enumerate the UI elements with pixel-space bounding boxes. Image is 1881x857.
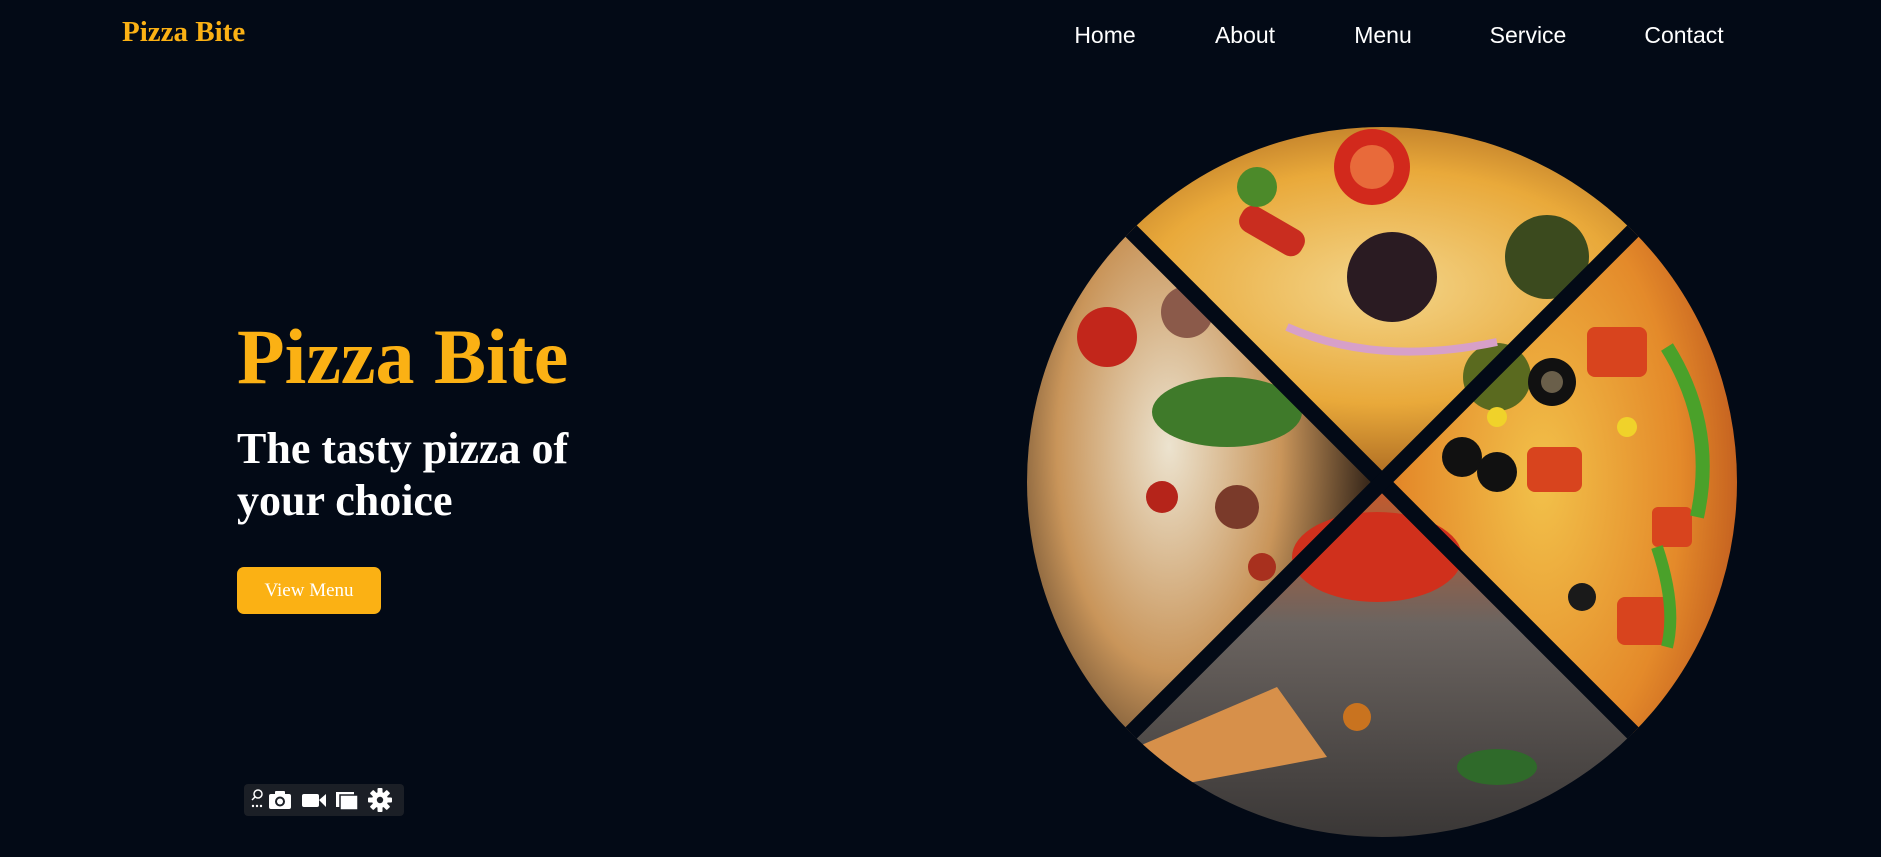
- hero-title: Pizza Bite: [237, 313, 569, 400]
- gear-icon[interactable]: [366, 784, 394, 816]
- camera-icon[interactable]: [266, 784, 294, 816]
- nav-menu[interactable]: Menu: [1354, 20, 1412, 50]
- nav-contact[interactable]: Contact: [1644, 20, 1723, 50]
- extension-icon[interactable]: [249, 784, 265, 816]
- nav-home[interactable]: Home: [1074, 20, 1135, 50]
- hero-subtitle: The tasty pizza of your choice: [237, 424, 569, 525]
- nav-about[interactable]: About: [1215, 20, 1275, 50]
- view-menu-button[interactable]: View Menu: [237, 567, 381, 614]
- window-icon[interactable]: [333, 784, 361, 816]
- capture-toolbar: [244, 784, 404, 816]
- video-camera-icon[interactable]: [299, 784, 329, 816]
- pizza-image: [1027, 127, 1737, 837]
- nav-service[interactable]: Service: [1490, 20, 1567, 50]
- main-nav: Home About Menu Service Contact: [0, 20, 1881, 54]
